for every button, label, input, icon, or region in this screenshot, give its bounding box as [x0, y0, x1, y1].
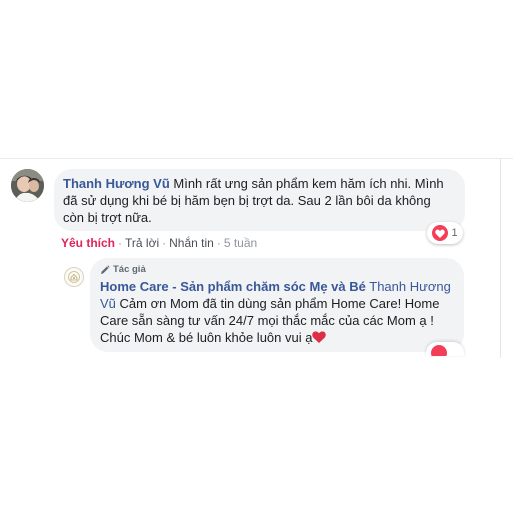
comment-body: Thanh Hương Vũ Mình rất ưng sản phẩm kem… [63, 175, 453, 226]
separator: · [118, 236, 123, 250]
reaction-count: 1 [451, 227, 458, 239]
heart-icon [431, 345, 447, 356]
reply-reaction-summary[interactable] [426, 342, 464, 356]
comment-actions: Yêu thích · Trả lời · Nhắn tin · 5 tuần [61, 236, 257, 250]
home-care-logo[interactable] [64, 267, 84, 287]
comment-timestamp[interactable]: 5 tuần [224, 236, 257, 250]
reply-link[interactable]: Trả lời [125, 236, 159, 250]
heart-emoji-icon [312, 331, 327, 343]
reply-bubble: Tác giả Home Care - Sản phẩm chăm sóc Mẹ… [90, 258, 464, 352]
separator: · [216, 236, 221, 250]
author-badge: Tác giả [100, 264, 452, 276]
top-divider [0, 158, 513, 159]
reply-author[interactable]: Home Care - Sản phẩm chăm sóc Mẹ và Bé [100, 279, 366, 294]
pencil-icon [101, 265, 110, 274]
reply-text: Cảm ơn Mom đã tin dùng sản phẩm Home Car… [100, 296, 440, 345]
message-link[interactable]: Nhắn tin [169, 236, 214, 250]
separator: · [162, 236, 167, 250]
avatar[interactable] [11, 169, 44, 202]
like-link[interactable]: Yêu thích [61, 236, 115, 250]
reaction-summary[interactable]: 1 [427, 222, 463, 244]
reply-body: Home Care - Sản phẩm chăm sóc Mẹ và Bé T… [100, 278, 452, 346]
author-badge-label: Tác giả [113, 264, 146, 275]
comment-bubble: Thanh Hương Vũ Mình rất ưng sản phẩm kem… [54, 169, 465, 231]
heart-icon [432, 225, 449, 241]
right-divider [500, 158, 501, 358]
comment-author[interactable]: Thanh Hương Vũ [63, 176, 170, 191]
